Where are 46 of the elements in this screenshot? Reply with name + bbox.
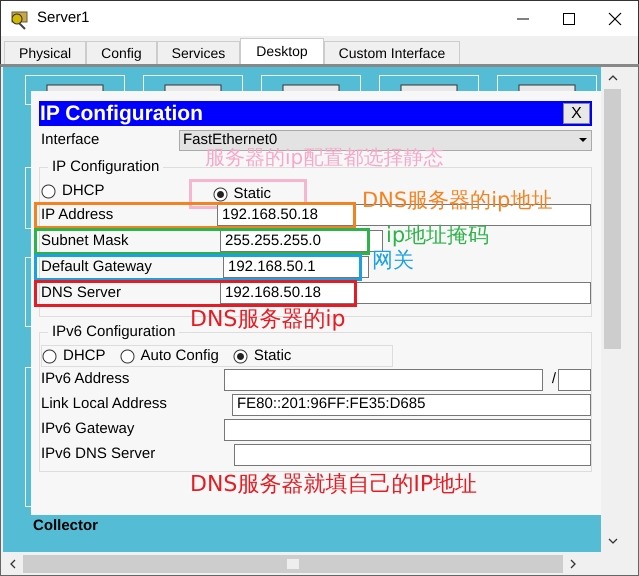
prefix-length-field[interactable]: [558, 368, 591, 390]
input-field[interactable]: [224, 418, 591, 440]
tab[interactable]: Physical: [4, 41, 86, 64]
input-field[interactable]: 192.168.50.18: [220, 282, 591, 304]
field-label: Interface: [40, 130, 100, 150]
radio-button[interactable]: [232, 348, 248, 364]
field-label: Subnet Mask: [41, 230, 129, 251]
radio-label[interactable]: Static: [234, 182, 272, 206]
tab[interactable]: Services: [156, 41, 240, 64]
radio-label[interactable]: DHCP: [63, 344, 106, 368]
field-label: IPv6 Address: [41, 369, 130, 390]
annotation-text: DNS服务器就填自己的IP地址: [190, 474, 478, 496]
field-label: DNS Server: [41, 282, 122, 303]
tab[interactable]: Custom Interface: [324, 41, 460, 64]
scrollbar-thumb[interactable]: [604, 89, 621, 349]
field-label: IPv6 Gateway: [41, 419, 134, 440]
annotation-text: 网关: [372, 250, 414, 271]
tab[interactable]: Config: [86, 41, 157, 64]
close-button[interactable]: X: [563, 103, 590, 124]
dialog-title: IP Configuration: [39, 103, 203, 124]
annotation-text: ip地址掩码: [386, 225, 490, 246]
separator-label: /: [552, 369, 556, 390]
radio-button[interactable]: [212, 186, 228, 202]
scrollbar-thumb[interactable]: [23, 555, 563, 573]
field-label: IP Address: [41, 204, 114, 225]
field-label: Link Local Address: [41, 394, 167, 414]
tab[interactable]: Desktop: [240, 38, 324, 64]
radio-label[interactable]: Static: [254, 344, 292, 368]
field-label: IPv6 DNS Server: [41, 444, 156, 464]
input-field[interactable]: [224, 368, 543, 390]
input-field[interactable]: [234, 444, 591, 466]
input-field[interactable]: 255.255.255.0: [220, 230, 383, 252]
input-field[interactable]: FE80::201:96FF:FE35:D685: [232, 394, 591, 416]
annotation-text: DNS服务器的ip: [190, 309, 346, 331]
field-label: Default Gateway: [41, 256, 152, 277]
radio-label[interactable]: Auto Config: [140, 344, 219, 368]
radio-button[interactable]: [42, 348, 57, 364]
dropdown-arrow-icon[interactable]: [578, 137, 588, 143]
group-title: IPv6 Configuration: [48, 322, 180, 342]
app-label: Collector: [33, 518, 98, 533]
group-title: IP Configuration: [48, 157, 164, 177]
radio-button[interactable]: [120, 348, 135, 364]
input-field[interactable]: 192.168.50.1: [223, 256, 369, 278]
window-title: Server1: [37, 8, 90, 28]
radio-label[interactable]: DHCP: [62, 180, 105, 202]
radio-button[interactable]: [41, 184, 56, 198]
